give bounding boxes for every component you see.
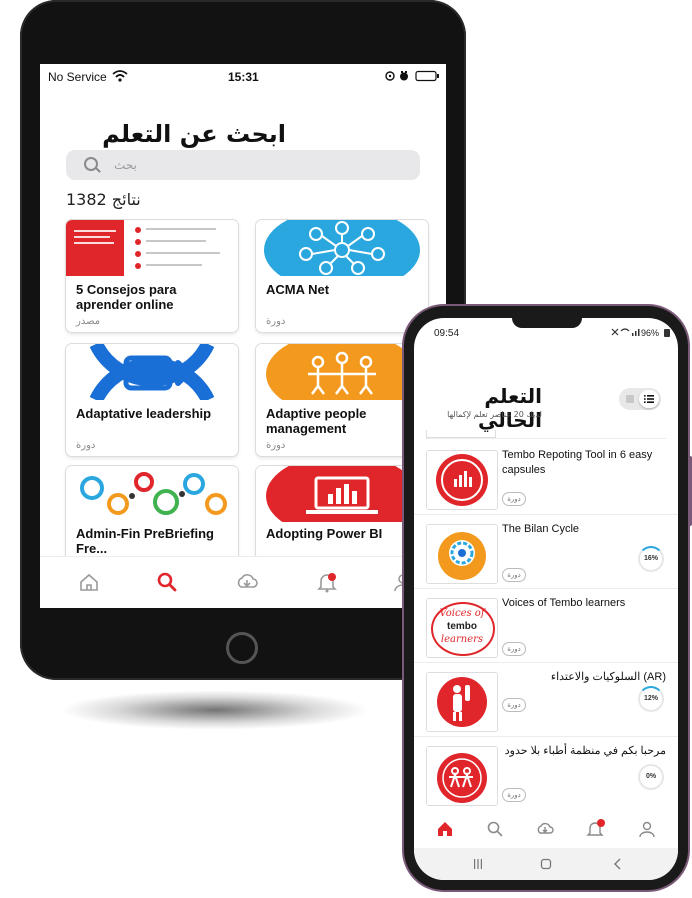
course-card[interactable]: 5 Consejos para aprender online مصدر xyxy=(66,220,238,332)
list-item[interactable]: Tembo Repoting Tool in 6 easy capsules د… xyxy=(414,442,678,515)
tablet-clock: 15:31 xyxy=(228,70,259,84)
home-nav-icon[interactable] xyxy=(540,858,552,870)
gears-thumb xyxy=(66,466,238,522)
search-input[interactable]: بحث xyxy=(66,150,420,180)
card-title: ACMA Net xyxy=(266,282,330,297)
card-title: Adaptative leadership xyxy=(76,406,212,421)
search-icon[interactable] xyxy=(486,820,504,838)
item-badge: دورة xyxy=(502,788,526,802)
camera-notch xyxy=(512,318,582,328)
progress-ring: 16% xyxy=(638,546,664,572)
phone-screen: 09:54 96% التعلم الحالي لديك 20 عناصر تع… xyxy=(414,318,678,880)
item-title: The Bilan Cycle xyxy=(502,523,580,535)
status-icons xyxy=(385,70,439,82)
card-title: Adopting Power BI xyxy=(266,526,383,541)
phone-bottom-nav xyxy=(414,810,678,848)
bilan-thumb xyxy=(426,524,498,584)
list-view-icon xyxy=(639,390,659,408)
battery-icon xyxy=(664,329,670,337)
item-badge: دورة xyxy=(502,698,526,712)
exit-arrow-thumb xyxy=(66,344,238,400)
bell-icon[interactable] xyxy=(586,818,606,838)
system-nav-bar xyxy=(414,848,678,880)
list-item[interactable]: The Bilan Cycle دورة 16% xyxy=(414,516,678,589)
item-badge: دورة xyxy=(502,568,526,582)
phone-clock: 09:54 xyxy=(434,328,460,339)
download-icon[interactable] xyxy=(536,820,554,838)
item-title: السلوكيات والاعتداء (AR) xyxy=(550,671,666,683)
course-card[interactable]: ACMA Net دورة xyxy=(256,220,428,332)
grid-view-icon xyxy=(626,395,634,403)
course-card[interactable]: Admin-Fin PreBriefing Fre... xyxy=(66,466,238,560)
msf-welcome-thumb xyxy=(426,746,498,806)
list-item[interactable]: مرحبا بكم في منظمة أطباء بلا حدود دورة 0… xyxy=(414,738,678,810)
phone-side-button xyxy=(688,456,692,526)
page-subtitle: لديك 20 عناصر تعلم لإكمالها xyxy=(447,410,542,419)
item-title: Voices of Tembo learners xyxy=(502,597,626,609)
recent-apps-icon[interactable] xyxy=(472,858,484,870)
tablet-screen: No Service 15:31 ابحث عن التعلم بحث نتائ… xyxy=(40,64,446,608)
back-icon[interactable] xyxy=(612,858,624,870)
wifi-icon xyxy=(112,70,128,82)
tablet-shadow xyxy=(60,690,370,730)
profile-icon[interactable] xyxy=(638,820,656,838)
consejos-thumb xyxy=(66,220,238,276)
battery-level: 96% xyxy=(641,328,660,338)
behaviour-thumb xyxy=(426,672,498,732)
card-title: Admin-Fin PreBriefing Fre... xyxy=(76,526,214,556)
download-icon[interactable] xyxy=(236,571,258,593)
home-icon[interactable] xyxy=(436,820,454,838)
tablet-bottom-nav xyxy=(40,556,446,608)
progress-ring: 0% xyxy=(638,764,664,790)
card-type: دورة xyxy=(76,440,96,451)
page-title: ابحث عن التعلم xyxy=(102,120,286,148)
tablet-home-button[interactable] xyxy=(226,632,258,664)
phone-status-icons xyxy=(611,328,640,336)
card-type: دورة xyxy=(266,440,286,451)
bell-icon[interactable] xyxy=(316,571,338,593)
card-type: دورة xyxy=(266,316,286,327)
item-title: Tembo Repoting Tool in 6 easy capsules xyxy=(502,449,653,476)
carrier-label: No Service xyxy=(48,70,107,84)
search-placeholder: بحث xyxy=(114,158,137,172)
card-title: 5 Consejos para aprender online xyxy=(76,282,177,312)
home-icon[interactable] xyxy=(78,571,100,593)
results-count: نتائج 1382 xyxy=(66,190,141,209)
progress-ring: 12% xyxy=(638,686,664,712)
network-thumb xyxy=(256,220,428,276)
card-title: Adaptive people management xyxy=(266,406,367,436)
item-title: مرحبا بكم في منظمة أطباء بلا حدود xyxy=(504,745,666,757)
partial-list-item xyxy=(426,430,666,439)
card-type: مصدر xyxy=(76,316,101,327)
search-icon[interactable] xyxy=(156,571,178,593)
view-toggle[interactable] xyxy=(619,388,661,410)
page-title: التعلم الحالي xyxy=(477,384,542,432)
course-card[interactable]: Adaptative leadership دورة xyxy=(66,344,238,456)
voices-thumb: Voices of tembo learners xyxy=(426,598,498,658)
report-thumb xyxy=(426,450,498,510)
list-item[interactable]: السلوكيات والاعتداء (AR) دورة 12% xyxy=(414,664,678,737)
item-badge: دورة xyxy=(502,642,526,656)
search-icon xyxy=(84,157,98,171)
list-item[interactable]: Voices of tembo learners Voices of Tembo… xyxy=(414,590,678,663)
item-badge: دورة xyxy=(502,492,526,506)
